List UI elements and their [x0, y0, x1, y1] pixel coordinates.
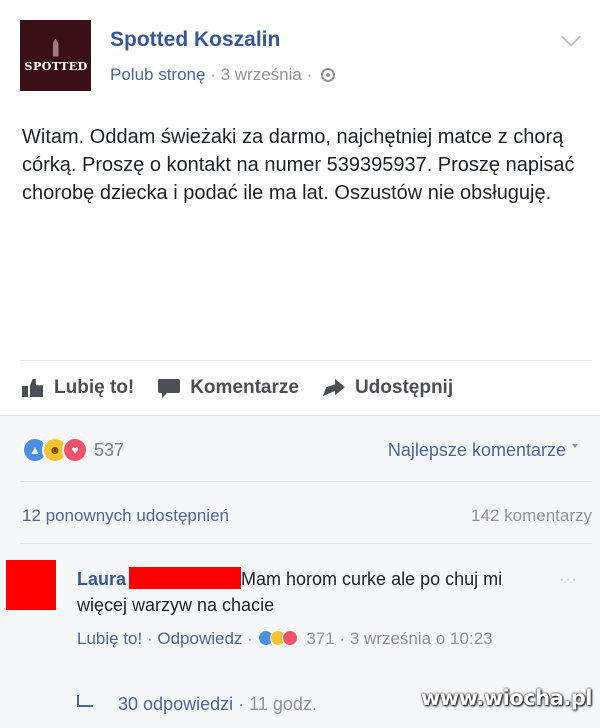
- comment-reaction-count: 371: [306, 629, 335, 648]
- love-reaction-icon: ♥: [62, 437, 88, 463]
- divider: [20, 481, 592, 482]
- comment-meta: Lubię to! · Odpowiedz · 371 · 3 września…: [77, 625, 557, 653]
- comment-date[interactable]: 3 września o 10:23: [350, 629, 493, 648]
- post-date[interactable]: 3 września: [221, 65, 302, 84]
- watermark: www.wiocha.pl: [420, 686, 593, 710]
- post-text: Witam. Oddam świeżaki za darmo, najchętn…: [22, 126, 575, 204]
- comment-avatar[interactable]: [6, 560, 56, 610]
- comments-count[interactable]: 142 komentarzy: [471, 506, 592, 526]
- comment-like-link[interactable]: Lubię to!: [77, 629, 142, 648]
- meta-separator: ·: [146, 629, 153, 648]
- meta-separator: ·: [210, 65, 216, 84]
- globe-icon: [321, 68, 335, 82]
- thumbs-up-icon: [22, 379, 44, 397]
- chevron-down-icon[interactable]: [561, 27, 581, 47]
- share-label: Udostępnij: [354, 377, 454, 398]
- sort-comments-dropdown[interactable]: Najlepsze komentarze: [388, 440, 578, 461]
- like-page-link[interactable]: Polub stronę: [110, 65, 205, 84]
- comment-body: Laura Mam horom curke ale po chuj mi więc…: [77, 566, 557, 618]
- post-actions: Lubię to! Komentarze Udostępnij: [22, 373, 477, 403]
- reactions-summary[interactable]: ▲ ☻ ♥ 537: [22, 436, 124, 464]
- comment-reactions-icons[interactable]: [257, 629, 298, 648]
- feedback-section: ▲ ☻ ♥ 537 Najlepsze komentarze 12 ponown…: [0, 415, 600, 728]
- like-button[interactable]: Lubię to!: [22, 377, 134, 399]
- page-name[interactable]: Spotted Koszalin: [110, 28, 280, 52]
- page-avatar[interactable]: SPOTTED: [20, 20, 91, 91]
- meta-separator: ·: [238, 694, 245, 714]
- tower-icon: [52, 38, 59, 57]
- love-reaction-icon: [281, 630, 298, 646]
- meta-separator: ·: [339, 629, 346, 648]
- avatar-label: SPOTTED: [24, 59, 88, 73]
- comment-icon: [158, 379, 181, 398]
- more-options-icon[interactable]: ···: [559, 571, 578, 589]
- divider: [20, 360, 592, 361]
- like-label: Lubię to!: [54, 377, 135, 398]
- share-button[interactable]: Udostępnij: [322, 377, 454, 399]
- view-replies-link[interactable]: 30 odpowiedzi · 11 godz.: [77, 694, 317, 715]
- meta-separator: ·: [247, 629, 253, 648]
- replies-label: 30 odpowiedzi: [118, 694, 234, 714]
- replies-time: 11 godz.: [249, 694, 317, 714]
- comment-label: Komentarze: [190, 377, 299, 398]
- divider: [20, 543, 592, 544]
- reply-arrow-icon: [77, 695, 93, 707]
- share-icon: [322, 379, 345, 397]
- reaction-count: 537: [94, 439, 125, 460]
- post-header: SPOTTED Spotted Koszalin Polub stronę · …: [20, 20, 581, 92]
- comment-button[interactable]: Komentarze: [158, 377, 299, 399]
- shares-link[interactable]: 12 ponownych udostępnień: [22, 506, 229, 526]
- page-avatar-logo: SPOTTED: [24, 38, 88, 73]
- comment-author[interactable]: Laura: [77, 569, 126, 589]
- post-meta: Polub stronę · 3 września ·: [110, 65, 335, 85]
- redaction-box: [129, 567, 242, 589]
- meta-separator: ·: [306, 65, 313, 84]
- comment-reply-link[interactable]: Odpowiedz: [157, 629, 242, 648]
